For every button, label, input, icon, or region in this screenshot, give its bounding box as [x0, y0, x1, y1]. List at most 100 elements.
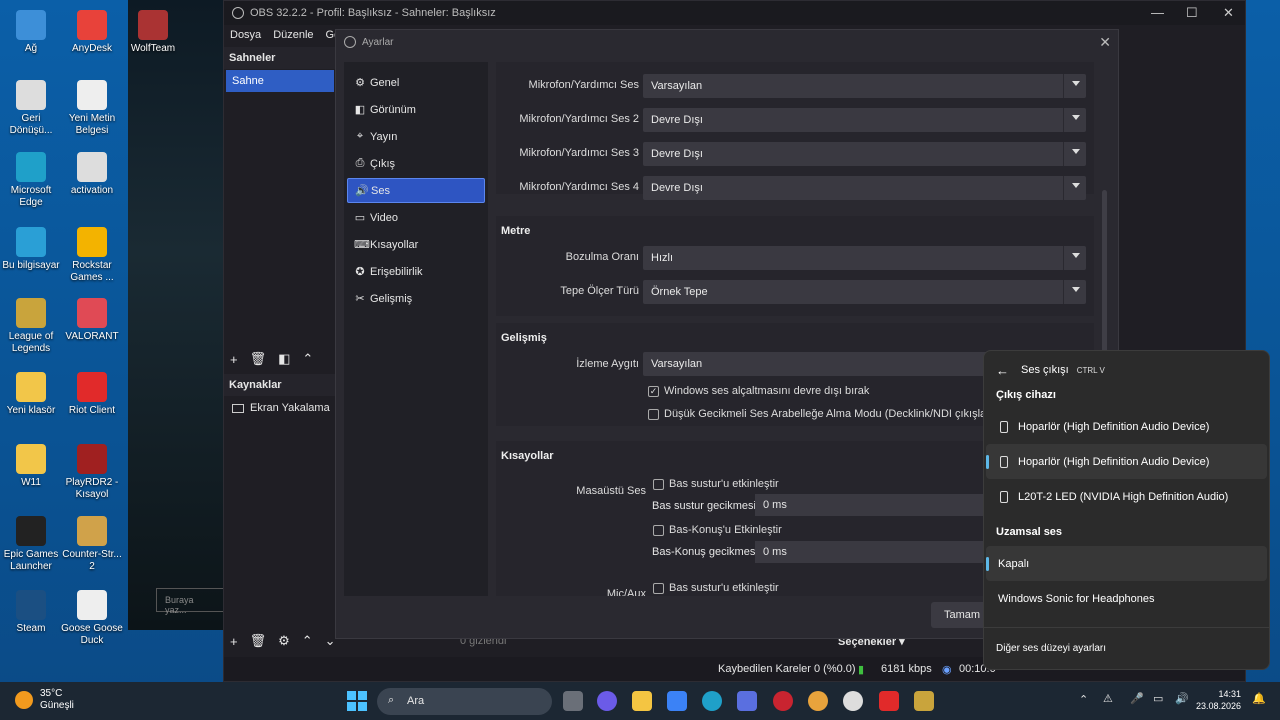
nav-item[interactable]: ⎙ Çıkış: [347, 151, 485, 176]
desktop-icon[interactable]: Yeni klasör: [0, 372, 62, 417]
weather-sun-icon[interactable]: [15, 691, 33, 709]
nav-item[interactable]: 🔊 Ses: [347, 178, 485, 203]
search-icon: ⌕: [388, 694, 395, 706]
desktop-icon[interactable]: activation: [61, 152, 123, 197]
desktop-icon-label: Goose Goose Duck: [61, 623, 123, 646]
weather-widget[interactable]: 35°C Güneşli: [40, 688, 74, 712]
desktop-icon[interactable]: WolfTeam: [122, 10, 184, 55]
decay-select[interactable]: Hızlı: [643, 246, 1086, 270]
ptt-delay-field[interactable]: 0 ms: [755, 541, 1005, 563]
microphone-icon[interactable]: 🎤: [1130, 692, 1144, 705]
output-device-item[interactable]: L20T-2 LED (NVIDIA High Definition Audio…: [986, 479, 1267, 514]
desktop-icon[interactable]: Yeni Metin Belgesi: [61, 80, 123, 137]
source-item[interactable]: Ekran Yakalama: [232, 402, 330, 414]
clock-time: 14:31: [1218, 689, 1242, 699]
ptm-delay-field[interactable]: 0 ms: [755, 494, 1005, 516]
nav-item[interactable]: ✪ Erişebilirlik: [347, 259, 485, 284]
mic-row-select[interactable]: Devre Dışı: [643, 142, 1086, 166]
obs-taskbar-icon[interactable]: [843, 691, 863, 711]
display-icon[interactable]: ▭: [1153, 692, 1163, 705]
app-icon: [16, 10, 46, 40]
desktop-icon[interactable]: Geri Dönüşü...: [0, 80, 62, 137]
remove-scene-icon[interactable]: 🗑: [250, 351, 267, 367]
desktop-icon[interactable]: Epic Games Launcher: [0, 516, 62, 573]
nav-item[interactable]: ▭ Video: [347, 205, 485, 230]
close-icon[interactable]: ✕: [1223, 5, 1234, 21]
menu-duzenle[interactable]: Düzenle: [273, 29, 313, 41]
chat-icon[interactable]: [597, 691, 617, 711]
file-explorer-icon[interactable]: [632, 691, 652, 711]
nav-item[interactable]: ✂ Gelişmiş: [347, 286, 485, 311]
remove-source-icon[interactable]: 🗑: [250, 633, 267, 649]
spatial-option[interactable]: Kapalı: [986, 546, 1267, 581]
speaker-icon: 🔊: [355, 185, 369, 197]
desktop-icon[interactable]: League of Legends: [0, 298, 62, 355]
desktop-icon[interactable]: Ağ: [0, 10, 62, 55]
task-view-icon[interactable]: [563, 691, 583, 711]
source-settings-icon[interactable]: ⚙: [278, 633, 290, 649]
nav-label: Genel: [370, 76, 400, 89]
output-device-item[interactable]: Hoparlör (High Definition Audio Device): [986, 409, 1267, 444]
source-down-icon[interactable]: ⌄: [325, 633, 336, 649]
scene-item-selected[interactable]: Sahne: [226, 70, 334, 92]
back-arrow-icon[interactable]: ←: [996, 363, 1009, 378]
desktop-icon[interactable]: Steam: [0, 590, 62, 635]
desktop-icon[interactable]: PlayRDR2 - Kısayol: [61, 444, 123, 501]
ducking-checkbox[interactable]: ✓ Windows ses alçaltmasını devre dışı bı…: [648, 385, 869, 397]
chevron-up-icon[interactable]: ⌃: [1079, 693, 1088, 706]
desktop-icon[interactable]: Riot Client: [61, 372, 123, 417]
decay-label: Bozulma Oranı: [565, 251, 639, 263]
add-source-icon[interactable]: +: [230, 634, 238, 649]
maximize-icon[interactable]: ☐: [1186, 5, 1198, 21]
taskbar-search[interactable]: ⌕ Ara: [377, 688, 552, 715]
ptm-checkbox[interactable]: Bas sustur'u etkinleştir: [653, 478, 779, 490]
sources-header: Kaynaklar: [224, 374, 335, 396]
clock[interactable]: 14:31 23.08.2026: [1196, 688, 1241, 712]
game-search-field[interactable]: Buraya yaz...: [156, 588, 224, 615]
minimize-icon[interactable]: —: [1151, 5, 1164, 20]
desktop-icon[interactable]: Counter-Str... 2: [61, 516, 123, 573]
move-up-icon[interactable]: ⌃: [302, 351, 313, 367]
mic-row-select[interactable]: Devre Dışı: [643, 176, 1086, 200]
more-volume-settings-link[interactable]: Diğer ses düzeyi ayarları: [984, 627, 1269, 669]
ptt-checkbox[interactable]: Bas-Konuş'u Etkinleştir: [653, 524, 782, 536]
lowlatency-checkbox[interactable]: Düşük Gecikmeli Ses Arabelleğe Alma Modu…: [648, 408, 1006, 420]
source-up-icon[interactable]: ⌃: [302, 633, 313, 649]
notification-bell-icon[interactable]: 🔔: [1252, 692, 1266, 705]
desktop-icon[interactable]: VALORANT: [61, 298, 123, 343]
edge-icon[interactable]: [702, 691, 722, 711]
nav-item[interactable]: ◧ Görünüm: [347, 97, 485, 122]
mic-group: Mikrofon/Yardımcı Ses Varsayılan Mikrofon/…: [496, 62, 1094, 200]
nav-label: Kısayollar: [370, 238, 419, 251]
spatial-option[interactable]: Windows Sonic for Headphones: [986, 581, 1267, 616]
chrome-icon[interactable]: [808, 691, 828, 711]
app-icon: [16, 516, 46, 546]
desktop-icon[interactable]: W11: [0, 444, 62, 489]
desktop-icon[interactable]: Goose Goose Duck: [61, 590, 123, 647]
riot-taskbar-icon[interactable]: [879, 691, 899, 711]
start-button[interactable]: [347, 691, 367, 711]
mic-ptm-checkbox[interactable]: Bas sustur'u etkinleştir: [653, 582, 779, 594]
volume-icon[interactable]: 🔊: [1175, 692, 1189, 705]
close-icon[interactable]: ✕: [1099, 34, 1111, 51]
desktop-icon[interactable]: Rockstar Games ...: [61, 227, 123, 284]
nav-item[interactable]: ⌨ Kısayollar: [347, 232, 485, 257]
checkbox-icon: [653, 524, 664, 536]
opera-icon[interactable]: [773, 691, 793, 711]
store-icon[interactable]: [737, 691, 757, 711]
menu-dosya[interactable]: Dosya: [230, 29, 261, 41]
desktop-icon[interactable]: AnyDesk: [61, 10, 123, 55]
add-scene-icon[interactable]: +: [230, 352, 238, 367]
copilot-icon[interactable]: [667, 691, 687, 711]
peak-select[interactable]: Örnek Tepe: [643, 280, 1086, 304]
desktop-icon[interactable]: Microsoft Edge: [0, 152, 62, 209]
league-taskbar-icon[interactable]: [914, 691, 934, 711]
filter-scene-icon[interactable]: ◧: [278, 351, 290, 367]
network-icon[interactable]: ⚠: [1103, 692, 1113, 705]
desktop-icon[interactable]: Bu bilgisayar: [0, 227, 62, 272]
nav-item[interactable]: ⌖ Yayın: [347, 124, 485, 149]
mic-row-select[interactable]: Devre Dışı: [643, 108, 1086, 132]
mic-row-select[interactable]: Varsayılan: [643, 74, 1086, 98]
nav-item[interactable]: ⚙ Genel: [347, 70, 485, 95]
output-device-item[interactable]: Hoparlör (High Definition Audio Device): [986, 444, 1267, 479]
